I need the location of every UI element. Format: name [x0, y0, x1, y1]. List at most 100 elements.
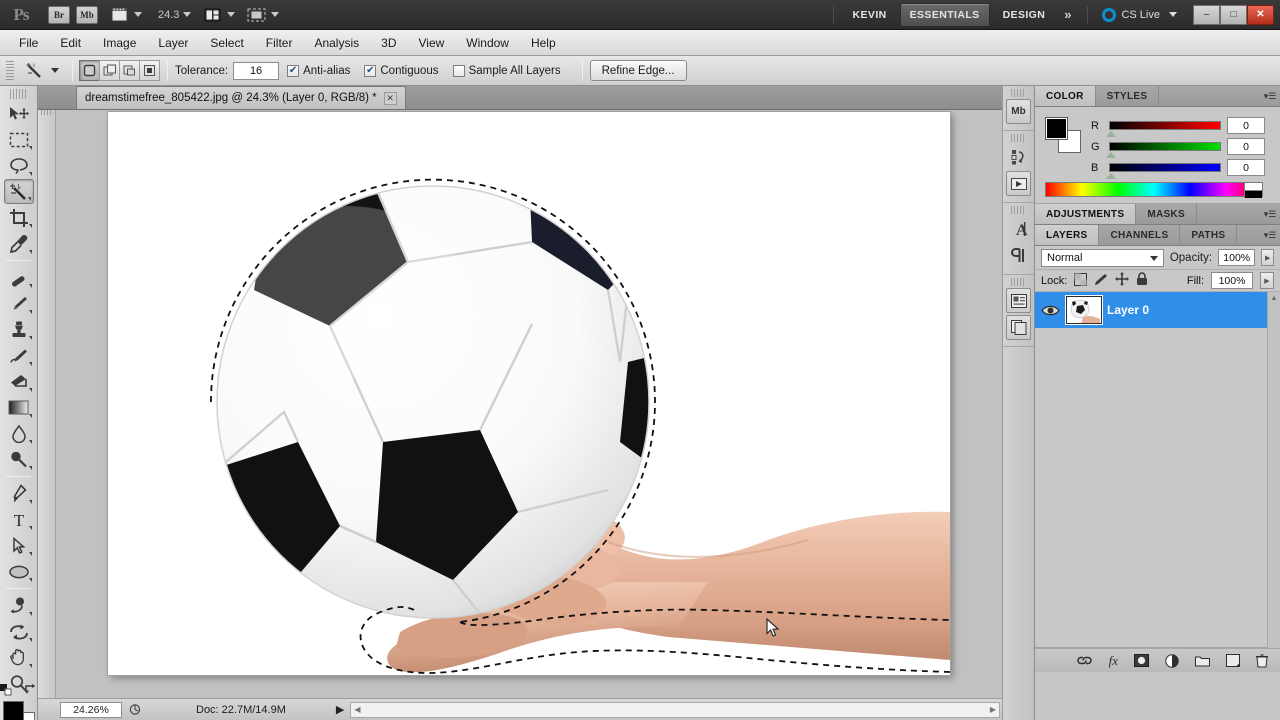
canvas-horizontal-scrollbar[interactable]: ◀ ▶: [350, 702, 1000, 718]
anti-alias-checkbox[interactable]: Anti-alias: [287, 65, 350, 77]
link-layers-icon[interactable]: [1076, 655, 1093, 666]
menu-select[interactable]: Select: [199, 32, 254, 54]
default-colors-icon[interactable]: [0, 684, 12, 696]
gradient-flyout-icon[interactable]: [29, 414, 32, 418]
menu-edit[interactable]: Edit: [49, 32, 92, 54]
screen-mode-chevron-down-icon[interactable]: [271, 12, 279, 17]
channel-g-value[interactable]: 0: [1227, 138, 1265, 155]
horizontal-type-tool[interactable]: T: [4, 507, 34, 532]
gradient-tool[interactable]: [4, 395, 34, 420]
tab-channels[interactable]: CHANNELS: [1099, 225, 1180, 245]
fill-stepper[interactable]: ▶: [1260, 272, 1274, 289]
view-extras-chevron-down-icon[interactable]: [134, 12, 142, 17]
panel-collapse-strip[interactable]: ▸▸: [38, 86, 56, 720]
history-brush-tool[interactable]: [4, 343, 34, 368]
menu-image[interactable]: Image: [92, 32, 147, 54]
subtract-from-selection-button[interactable]: [119, 60, 140, 81]
eyedropper-flyout-icon[interactable]: [29, 250, 32, 254]
menu-window[interactable]: Window: [455, 32, 520, 54]
channel-g-slider[interactable]: [1109, 142, 1221, 151]
status-menu-icon[interactable]: ▶: [336, 703, 344, 716]
scroll-left-icon[interactable]: ◀: [354, 705, 360, 714]
dodge-flyout-icon[interactable]: [29, 466, 32, 470]
channel-r-value[interactable]: 0: [1227, 117, 1265, 134]
screen-mode-icon[interactable]: [245, 6, 267, 24]
menu-view[interactable]: View: [407, 32, 455, 54]
crop-tool[interactable]: [4, 205, 34, 230]
lasso-flyout-icon[interactable]: [29, 172, 32, 176]
clone-stamp-tool[interactable]: [4, 317, 34, 342]
mini-bridge-icon[interactable]: Mb: [1006, 99, 1031, 124]
contiguous-checkbox[interactable]: Contiguous: [364, 65, 438, 77]
lock-image-pixels-icon[interactable]: [1094, 273, 1108, 289]
crop-flyout-icon[interactable]: [29, 224, 32, 228]
tab-layers[interactable]: LAYERS: [1035, 225, 1099, 245]
3d-object-flyout-icon[interactable]: [29, 612, 32, 616]
dock-group-3-gripper[interactable]: [1011, 206, 1026, 214]
zoom-percentage-input[interactable]: 24.26%: [60, 702, 122, 718]
opacity-stepper[interactable]: ▶: [1261, 249, 1274, 266]
eyedropper-tool[interactable]: [4, 231, 34, 256]
magic-wand-tool[interactable]: [4, 179, 34, 204]
dodge-tool[interactable]: [4, 447, 34, 472]
channel-b-value[interactable]: 0: [1227, 159, 1265, 176]
channel-r-thumb[interactable]: [1106, 131, 1116, 137]
rectangular-marquee-tool[interactable]: [4, 127, 34, 152]
hand-flyout-icon[interactable]: [29, 664, 32, 668]
blend-mode-chevron-down-icon[interactable]: [1150, 256, 1158, 261]
eraser-tool[interactable]: [4, 369, 34, 394]
close-icon[interactable]: ✕: [384, 92, 397, 105]
options-bar-gripper[interactable]: [6, 61, 14, 81]
layer-name[interactable]: Layer 0: [1107, 303, 1149, 317]
cs-live-button[interactable]: CS Live: [1096, 8, 1183, 22]
pen-flyout-icon[interactable]: [29, 500, 32, 504]
tolerance-input[interactable]: 16: [233, 62, 279, 80]
path-selection-tool[interactable]: [4, 533, 34, 558]
view-extras-icon[interactable]: [108, 6, 130, 24]
add-to-selection-button[interactable]: [99, 60, 120, 81]
notes-icon[interactable]: [1006, 315, 1031, 340]
layer-scroll-up-icon[interactable]: ▲: [1268, 292, 1280, 304]
image-canvas[interactable]: [108, 112, 950, 675]
zoom-chevron-down-icon[interactable]: [183, 12, 191, 17]
menu-layer[interactable]: Layer: [147, 32, 199, 54]
tools-panel-gripper[interactable]: [10, 89, 27, 99]
path-selection-flyout-icon[interactable]: [29, 552, 32, 556]
layer-comps-icon[interactable]: [1006, 288, 1031, 313]
delete-layer-icon[interactable]: [1256, 654, 1268, 668]
foreground-color-swatch[interactable]: [3, 701, 24, 720]
ellipse-shape-tool[interactable]: [4, 559, 34, 584]
tab-adjustments[interactable]: ADJUSTMENTS: [1035, 204, 1136, 224]
spectrum-black-white-stop[interactable]: [1244, 183, 1262, 198]
channel-b-slider[interactable]: [1109, 163, 1221, 172]
layer-style-icon[interactable]: fx: [1109, 653, 1118, 669]
3d-camera-flyout-icon[interactable]: [29, 638, 32, 642]
lock-position-icon[interactable]: [1115, 272, 1129, 289]
layer-thumbnail[interactable]: [1066, 296, 1102, 324]
lasso-tool[interactable]: [4, 153, 34, 178]
channel-g-thumb[interactable]: [1106, 152, 1116, 158]
workspace-more-icon[interactable]: »: [1056, 7, 1079, 22]
document-preview-icon[interactable]: [126, 702, 144, 718]
color-spectrum-ramp[interactable]: [1045, 182, 1263, 197]
workspace-kevin[interactable]: KEVIN: [844, 4, 896, 26]
adjustments-panel-menu-icon[interactable]: ▾☰: [1260, 204, 1280, 224]
spot-healing-brush-tool[interactable]: [4, 265, 34, 290]
dock-group-2-gripper[interactable]: [1011, 134, 1026, 142]
channel-r-slider[interactable]: [1109, 121, 1221, 130]
pen-tool[interactable]: [4, 481, 34, 506]
menu-help[interactable]: Help: [520, 32, 567, 54]
refine-edge-button[interactable]: Refine Edge...: [590, 60, 687, 81]
menu-3d[interactable]: 3D: [370, 32, 407, 54]
color-panel-menu-icon[interactable]: ▾☰: [1260, 86, 1280, 106]
layer-list-scrollbar[interactable]: ▲: [1267, 292, 1280, 648]
launch-bridge-button[interactable]: Br: [48, 6, 70, 24]
tab-color[interactable]: COLOR: [1035, 86, 1096, 106]
arrange-documents-icon[interactable]: [201, 6, 223, 24]
healing-flyout-icon[interactable]: [29, 284, 32, 288]
layers-panel-menu-icon[interactable]: ▾☰: [1260, 225, 1280, 245]
launch-mini-bridge-button[interactable]: Mb: [76, 6, 98, 24]
blur-tool[interactable]: [4, 421, 34, 446]
minimize-button[interactable]: –: [1193, 5, 1220, 25]
dock-group-4-gripper[interactable]: [1011, 278, 1026, 286]
